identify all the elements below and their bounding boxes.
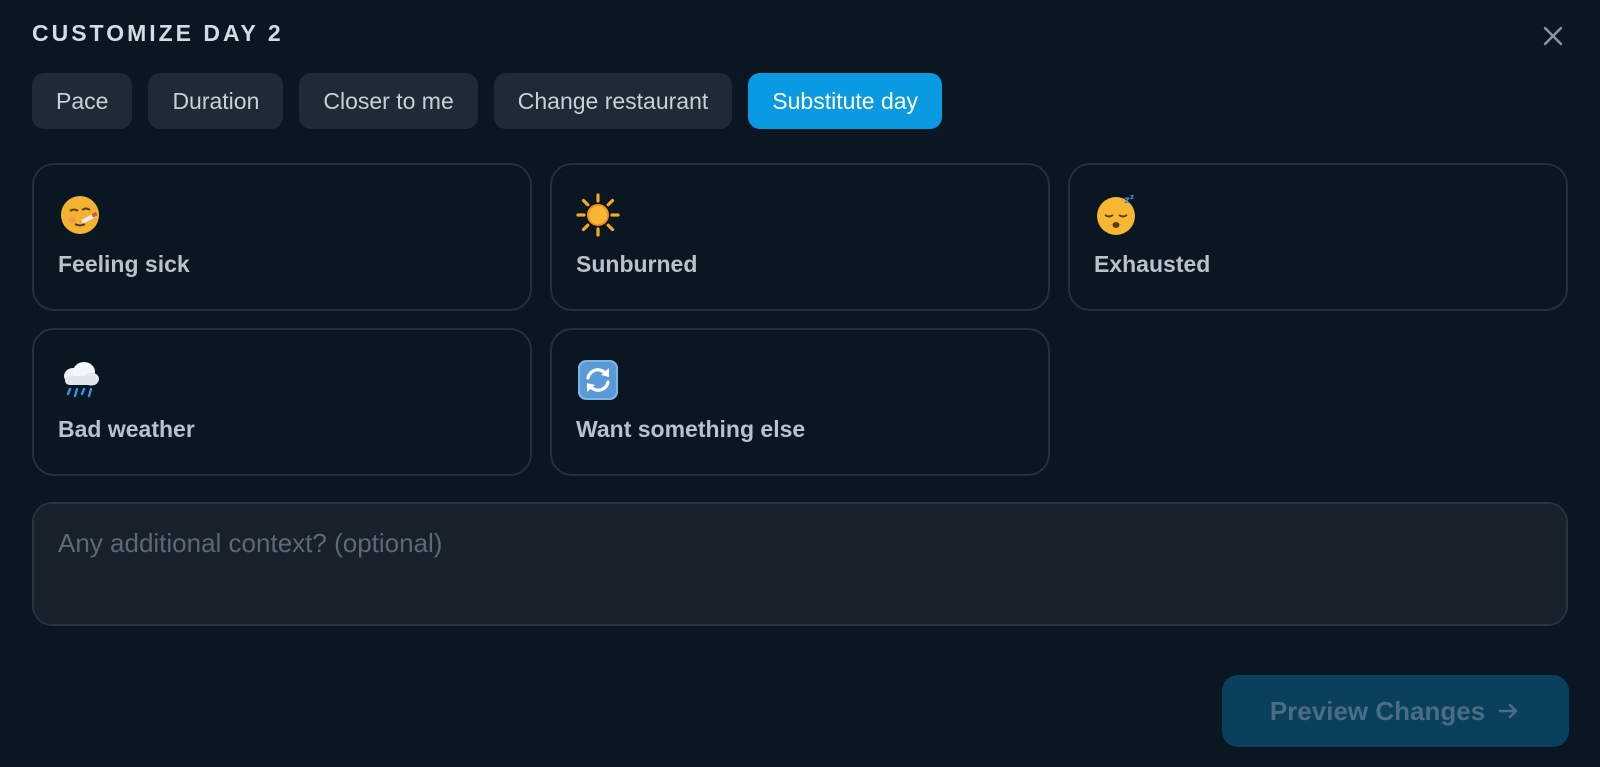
reason-label: Exhausted (1094, 251, 1211, 277)
dialog-title: CUSTOMIZE DAY 2 (32, 20, 284, 46)
close-icon (1543, 26, 1563, 46)
sleeping-face-icon: z z (1097, 193, 1135, 235)
refresh-arrows-icon (578, 360, 618, 400)
additional-context-input[interactable] (32, 502, 1568, 626)
tab-substitute-day[interactable]: Substitute day (748, 73, 943, 129)
reason-card-sunburned[interactable]: Sunburned (550, 163, 1050, 311)
preview-changes-label: Preview Changes (1269, 695, 1486, 726)
tab-closer-to-me[interactable]: Closer to me (299, 73, 478, 129)
svg-text:z: z (1130, 193, 1134, 201)
tab-duration[interactable]: Duration (148, 73, 284, 129)
arrow-right-icon (1498, 703, 1518, 719)
reason-grid: Feeling sick Sunburned z z Exhausted Bad… (32, 163, 1568, 476)
tab-change-restaurant[interactable]: Change restaurant (493, 73, 733, 129)
reason-card-exhausted[interactable]: z z Exhausted (1068, 163, 1568, 311)
reason-label: Sunburned (576, 251, 698, 277)
preview-changes-button[interactable]: Preview Changes (1222, 675, 1569, 747)
sun-icon (576, 193, 620, 237)
reason-card-feeling-sick[interactable]: Feeling sick (32, 163, 532, 311)
sick-face-icon (61, 196, 99, 234)
reason-label: Want something else (576, 416, 806, 442)
reason-label: Bad weather (58, 416, 195, 442)
option-tabs: Pace Duration Closer to me Change restau… (32, 73, 943, 129)
reason-card-bad-weather[interactable]: Bad weather (32, 328, 532, 476)
reason-label: Feeling sick (58, 251, 190, 277)
close-button[interactable] (1536, 19, 1570, 53)
tab-pace[interactable]: Pace (32, 73, 133, 129)
reason-card-want-something-else[interactable]: Want something else (550, 328, 1050, 476)
rain-cloud-icon (64, 362, 99, 398)
customize-day-dialog: CUSTOMIZE DAY 2 Pace Duration Closer to … (0, 0, 1600, 767)
